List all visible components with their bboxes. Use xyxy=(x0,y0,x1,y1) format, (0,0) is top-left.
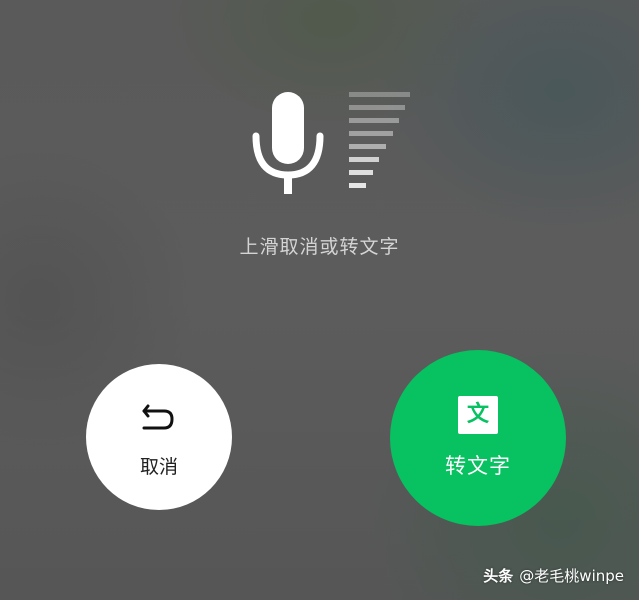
text-document-icon: 文 xyxy=(458,396,498,434)
swipe-hint-text: 上滑取消或转文字 xyxy=(239,236,400,258)
volume-bar xyxy=(349,157,379,162)
volume-bar xyxy=(349,118,399,123)
cancel-button[interactable]: 取消 xyxy=(86,364,232,510)
watermark-author: @老毛桃winpe xyxy=(519,567,624,585)
watermark: 头条 @老毛桃winpe xyxy=(483,565,624,586)
microphone-icon xyxy=(252,92,324,194)
volume-bar xyxy=(349,131,393,136)
volume-bar xyxy=(349,170,373,175)
convert-to-text-label: 转文字 xyxy=(445,454,511,478)
undo-arrow-icon xyxy=(142,404,174,430)
volume-bar xyxy=(349,105,405,110)
volume-level-meter xyxy=(349,90,413,194)
volume-bar xyxy=(349,183,366,188)
convert-to-text-button[interactable]: 文 转文字 xyxy=(390,350,566,526)
volume-bar xyxy=(349,144,386,149)
watermark-brand: 头条 xyxy=(483,567,514,585)
cancel-label: 取消 xyxy=(139,456,178,478)
volume-bar xyxy=(349,92,410,97)
